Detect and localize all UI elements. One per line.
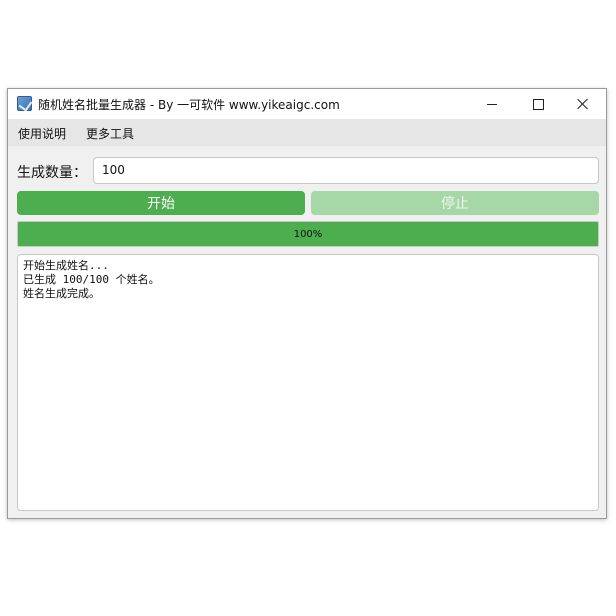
menu-item-instructions[interactable]: 使用说明 (18, 125, 66, 142)
progress-text: 100% (293, 228, 323, 240)
app-icon (17, 96, 32, 111)
log-line: 已生成 100/100 个姓名。 (23, 273, 160, 286)
maximize-icon (532, 98, 544, 110)
close-icon (577, 98, 589, 110)
quantity-label: 生成数量： (17, 165, 87, 181)
title-bar[interactable]: 随机姓名批量生成器 - By 一可软件 www.yikeaigc.com (8, 89, 606, 119)
log-output[interactable]: 开始生成姓名... 已生成 100/100 个姓名。 姓名生成完成。 (17, 254, 599, 511)
close-button[interactable] (560, 89, 606, 119)
progress-bar: 100% (17, 221, 599, 247)
menu-item-more-tools[interactable]: 更多工具 (86, 125, 134, 142)
menu-bar: 使用说明 更多工具 (8, 119, 606, 146)
minimize-icon (487, 103, 497, 105)
quantity-input[interactable]: 100 (93, 157, 599, 184)
log-line: 姓名生成完成。 (23, 287, 100, 300)
maximize-button[interactable] (515, 89, 561, 119)
minimize-button[interactable] (469, 89, 515, 119)
window-title: 随机姓名批量生成器 - By 一可软件 www.yikeaigc.com (38, 98, 340, 112)
stop-button[interactable]: 停止 (311, 191, 599, 215)
app-window: 随机姓名批量生成器 - By 一可软件 www.yikeaigc.com 使用说… (7, 88, 607, 519)
start-button[interactable]: 开始 (17, 191, 305, 215)
log-line: 开始生成姓名... (23, 259, 109, 272)
